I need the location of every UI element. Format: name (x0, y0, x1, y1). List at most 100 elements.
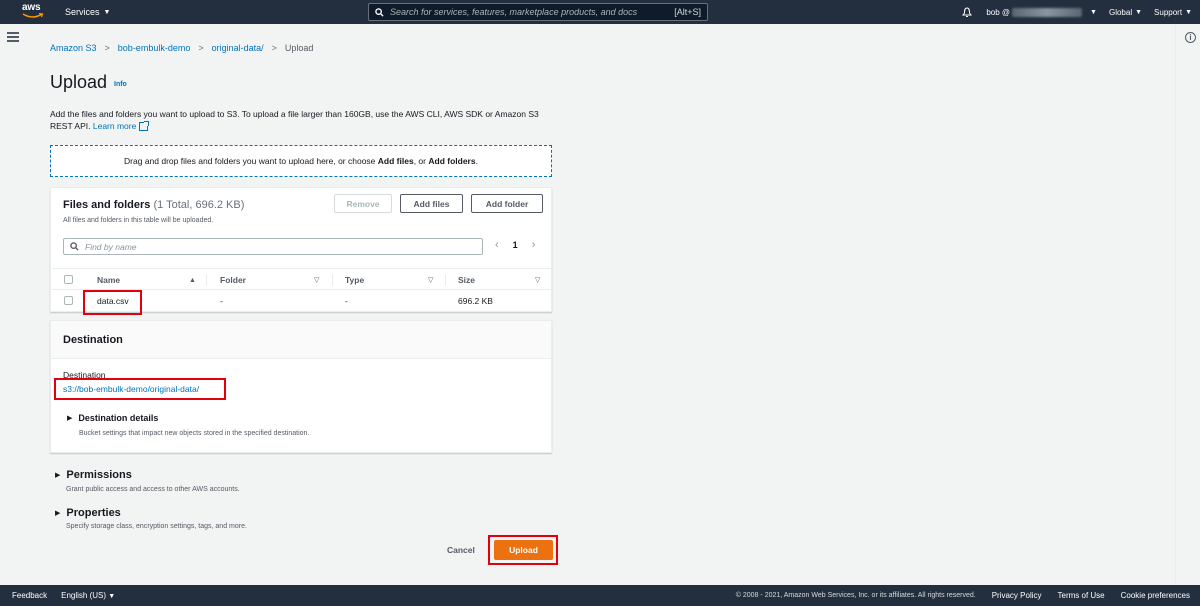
permissions-title: Permissions (66, 469, 132, 481)
bell-icon[interactable] (962, 6, 973, 18)
top-navigation: aws Services ▼ Search for services, feat… (0, 0, 1200, 24)
cell-size: 696.2 KB (458, 296, 493, 306)
learn-more-label: Learn more (92, 121, 137, 131)
support-label: Support (1154, 7, 1183, 17)
page-title: Upload (50, 72, 108, 92)
caret-down-icon: ▼ (108, 593, 116, 600)
permissions-toggle[interactable]: ▶ Permissions (55, 469, 132, 481)
chevron-right-icon: > (271, 43, 277, 53)
pagination: ‹ 1 › (495, 239, 535, 251)
search-icon (70, 242, 79, 251)
caret-down-icon: ▼ (1090, 8, 1097, 16)
region-label: Global (1108, 7, 1133, 17)
files-title: Files and folders (1 Total, 696.2 KB) (63, 199, 244, 211)
properties-subtitle: Specify storage class, encryption settin… (66, 523, 247, 530)
language-selector[interactable]: English (US) ▼ (61, 591, 115, 600)
search-shortcut: [Alt+S] (674, 7, 701, 17)
aws-smile-icon (22, 13, 44, 18)
select-all-checkbox[interactable] (64, 275, 73, 284)
chevron-left-icon[interactable]: ‹ (495, 239, 499, 251)
add-files-button[interactable]: Add files (400, 194, 463, 213)
caret-right-icon: ▶ (67, 415, 73, 422)
column-divider (445, 274, 446, 286)
aws-logo-text: aws (22, 2, 41, 13)
privacy-policy-link[interactable]: Privacy Policy (992, 591, 1042, 600)
cookie-preferences-link[interactable]: Cookie preferences (1121, 591, 1190, 600)
column-size[interactable]: Size (458, 269, 475, 291)
dropzone-text: Drag and drop files and folders you want… (124, 156, 376, 166)
sort-icon[interactable]: ▽ (428, 269, 433, 291)
nav-right: bob @ ▼ Global ▼ Support ▼ (962, 0, 1192, 24)
destination-title: Destination (63, 334, 123, 346)
feedback-link[interactable]: Feedback (12, 591, 47, 600)
breadcrumb-bucket[interactable]: bob-embulk-demo (118, 43, 191, 53)
page-number[interactable]: 1 (513, 240, 518, 250)
add-folder-button[interactable]: Add folder (471, 194, 543, 213)
sort-icon[interactable]: ▽ (535, 269, 540, 291)
properties-toggle[interactable]: ▶ Properties (55, 507, 121, 519)
breadcrumb: Amazon S3 > bob-embulk-demo > original-d… (50, 43, 313, 53)
highlight-box (54, 378, 226, 400)
caret-right-icon: ▶ (55, 472, 61, 479)
table-header: Name ▲ Folder ▽ Type ▽ Size ▽ (52, 268, 552, 290)
services-menu[interactable]: Services ▼ (65, 0, 110, 24)
search-placeholder: Search for services, features, marketpla… (390, 7, 638, 17)
menu-icon[interactable] (7, 32, 19, 42)
cancel-button[interactable]: Cancel (447, 545, 475, 555)
learn-more-link[interactable]: Learn more (92, 121, 150, 132)
aws-logo[interactable]: aws (22, 3, 48, 21)
search-icon (375, 7, 384, 17)
chevron-right-icon: > (198, 43, 204, 53)
breadcrumb-amazon-s3[interactable]: Amazon S3 (50, 43, 97, 53)
region-menu[interactable]: Global ▼ (1109, 8, 1142, 17)
support-menu[interactable]: Support ▼ (1154, 8, 1192, 17)
services-label: Services (65, 7, 100, 17)
row-checkbox[interactable] (64, 296, 73, 305)
destination-header: Destination (51, 321, 551, 359)
account-name: bob @ (986, 7, 1011, 17)
external-link-icon (139, 121, 150, 132)
files-title-text: Files and folders (63, 199, 151, 211)
cell-folder: - (220, 296, 223, 306)
info-link[interactable]: Info (114, 81, 127, 88)
breadcrumb-folder[interactable]: original-data/ (212, 43, 264, 53)
tools-panel-divider (1175, 24, 1176, 584)
drop-zone[interactable]: Drag and drop files and folders you want… (50, 145, 552, 177)
terms-of-use-link[interactable]: Terms of Use (1058, 591, 1105, 600)
language-label: English (US) (61, 591, 107, 600)
permissions-subtitle: Grant public access and access to other … (66, 486, 240, 493)
highlight-box (83, 290, 142, 315)
column-divider (206, 274, 207, 286)
find-placeholder: Find by name (85, 241, 137, 252)
info-icon[interactable]: i (1185, 32, 1196, 43)
copyright: © 2008 - 2021, Amazon Web Services, Inc.… (735, 592, 976, 599)
account-id-redacted (1012, 7, 1083, 17)
caret-down-icon: ▼ (1185, 8, 1192, 16)
page-description: Add the files and folders you want to up… (50, 108, 560, 132)
caret-down-icon: ▼ (1135, 8, 1143, 16)
caret-down-icon: ▼ (103, 8, 111, 16)
dropzone-text: . (475, 156, 478, 166)
dropzone-add-files: Add files (377, 156, 414, 166)
highlight-box (488, 535, 558, 565)
breadcrumb-current: Upload (284, 43, 314, 53)
destination-details-toggle[interactable]: ▶ Destination details (67, 413, 158, 423)
destination-details-subtitle: Bucket settings that impact new objects … (79, 430, 310, 437)
remove-button[interactable]: Remove (334, 194, 392, 213)
search-bar[interactable]: Search for services, features, marketpla… (368, 3, 708, 21)
files-count: (1 Total, 696.2 KB) (153, 199, 245, 211)
column-type[interactable]: Type (345, 269, 364, 291)
properties-title: Properties (66, 507, 121, 519)
dropzone-text: , or (413, 156, 426, 166)
cell-type: - (345, 296, 348, 306)
find-by-name-input[interactable]: Find by name (63, 238, 483, 255)
chevron-right-icon: > (104, 43, 110, 53)
chevron-right-icon[interactable]: › (532, 239, 536, 251)
files-subtitle: All files and folders in this table will… (63, 217, 214, 224)
column-name[interactable]: Name (97, 269, 120, 291)
column-folder[interactable]: Folder (220, 269, 246, 291)
sort-icon[interactable]: ▽ (314, 269, 319, 291)
sort-ascending-icon[interactable]: ▲ (189, 269, 196, 291)
account-menu[interactable]: bob @ ▼ (986, 7, 1097, 17)
column-divider (332, 274, 333, 286)
